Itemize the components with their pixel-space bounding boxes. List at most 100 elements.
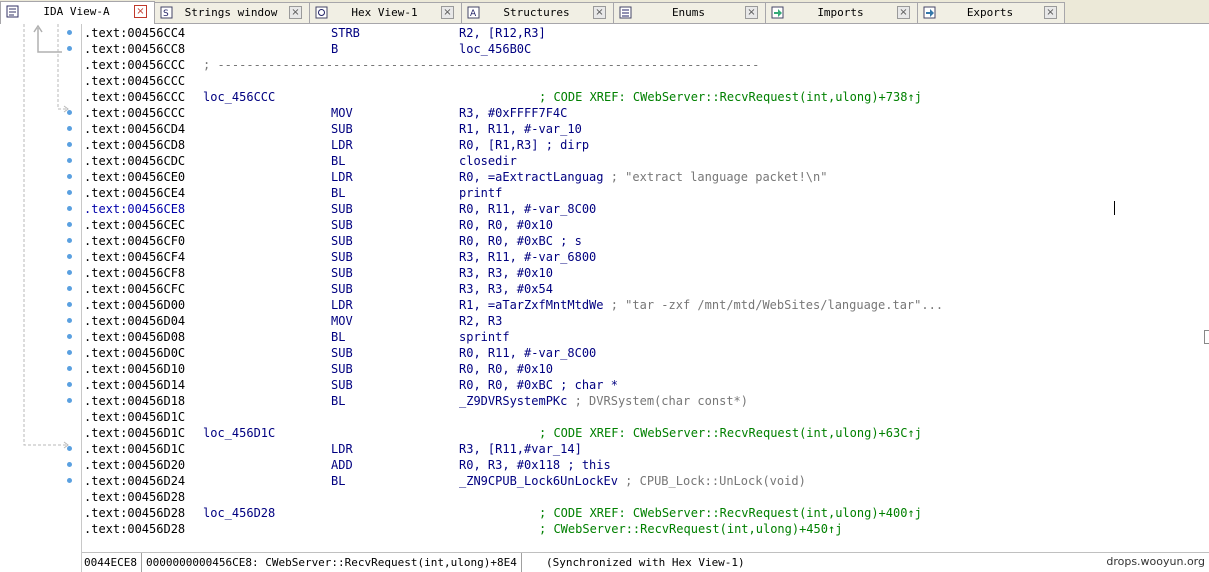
operands[interactable]: R3, R11, #-var_6800 xyxy=(459,249,596,265)
operand-text: R0, [R1,R3] ; dirp xyxy=(459,138,590,152)
breakpoint-dot[interactable] xyxy=(67,190,72,195)
breakpoint-dot[interactable] xyxy=(67,254,72,259)
breakpoint-dot[interactable] xyxy=(67,398,72,403)
xref-comment[interactable]: ; CODE XREF: CWebServer::RecvRequest(int… xyxy=(539,425,922,441)
mnemonic: LDR xyxy=(331,442,353,456)
mnemonic: BL xyxy=(331,330,346,344)
mnemonic: SUB xyxy=(331,202,353,216)
tab-imports[interactable]: Imports × xyxy=(765,2,918,23)
xref-comment[interactable]: ; CODE XREF: CWebServer::RecvRequest(int… xyxy=(539,89,922,105)
tab-enums[interactable]: Enums × xyxy=(613,2,766,23)
comment: ; CPUB_Lock::UnLock(void) xyxy=(617,474,806,488)
operand-text: R0, =aExtractLanguag xyxy=(459,170,604,184)
breakpoint-dot[interactable] xyxy=(67,462,72,467)
address: .text:00456D1C xyxy=(84,442,186,456)
breakpoint-dot[interactable] xyxy=(67,174,72,179)
close-icon[interactable]: × xyxy=(289,6,302,19)
operand-text: R2, [R12,R3] xyxy=(459,26,546,40)
operands[interactable]: printf xyxy=(459,185,502,201)
breakpoint-dot[interactable] xyxy=(67,158,72,163)
mnemonic: STRB xyxy=(331,26,360,40)
code-label[interactable]: loc_456CCC xyxy=(203,89,275,105)
mnemonic: SUB xyxy=(331,346,353,360)
breakpoint-dot[interactable] xyxy=(67,46,72,51)
breakpoint-dot[interactable] xyxy=(67,270,72,275)
tab-structures[interactable]: A Structures × xyxy=(461,2,614,23)
breakpoint-dot[interactable] xyxy=(67,126,72,131)
breakpoint-dot[interactable] xyxy=(67,206,72,211)
tab-strings-window[interactable]: S Strings window × xyxy=(154,2,310,23)
operands[interactable]: R0, R3, #0x118 ; this xyxy=(459,457,611,473)
breakpoint-dot[interactable] xyxy=(67,222,72,227)
close-icon[interactable]: × xyxy=(441,6,454,19)
address: .text:00456CD8 xyxy=(84,138,186,152)
address: .text:00456D1C xyxy=(84,426,186,440)
address: .text:00456D10 xyxy=(84,362,186,376)
tab-ida-view-a[interactable]: IDA View-A × xyxy=(0,1,155,24)
operands[interactable]: R3, R3, #0x10 xyxy=(459,265,553,281)
breakpoint-dot[interactable] xyxy=(67,142,72,147)
breakpoint-dot[interactable] xyxy=(67,302,72,307)
breakpoint-dot[interactable] xyxy=(67,366,72,371)
mnemonic: BL xyxy=(331,154,346,168)
operand-text: R1, =aTarZxfMntMtdWe xyxy=(459,298,604,312)
close-icon[interactable]: × xyxy=(1044,6,1057,19)
operands[interactable]: R0, R11, #-var_8C00 xyxy=(459,201,596,217)
close-icon[interactable]: × xyxy=(745,6,758,19)
close-icon[interactable]: × xyxy=(134,5,147,18)
close-icon[interactable]: × xyxy=(897,6,910,19)
address: .text:00456CF0 xyxy=(84,234,186,248)
breakpoint-dot[interactable] xyxy=(67,30,72,35)
operands[interactable]: R0, =aExtractLanguag ; "extract language… xyxy=(459,169,827,185)
address: .text:00456D28 xyxy=(84,490,186,504)
breakpoint-dot[interactable] xyxy=(67,334,72,339)
tab-exports[interactable]: Exports × xyxy=(917,2,1065,23)
address: .text:00456D08 xyxy=(84,330,186,344)
separator-comment: ; --------------------------------------… xyxy=(203,58,760,72)
address: .text:00456CDC xyxy=(84,154,186,168)
breakpoint-dot[interactable] xyxy=(67,238,72,243)
xref-comment[interactable]: ; CODE XREF: CWebServer::RecvRequest(int… xyxy=(539,505,922,521)
tab-label: Enums xyxy=(671,6,706,19)
mnemonic: MOV xyxy=(331,314,353,328)
breakpoint-dot[interactable] xyxy=(67,350,72,355)
address: .text:00456CE4 xyxy=(84,186,186,200)
breakpoint-dot[interactable] xyxy=(67,478,72,483)
operands[interactable]: R0, [R1,R3] ; dirp xyxy=(459,137,589,153)
xref-comment[interactable]: ; CWebServer::RecvRequest(int,ulong)+450… xyxy=(539,521,842,537)
tab-label: Strings window xyxy=(184,6,278,19)
code-label[interactable]: loc_456D28 xyxy=(203,505,275,521)
operands[interactable]: _ZN9CPUB_Lock6UnLockEv ; CPUB_Lock::UnLo… xyxy=(459,473,806,489)
operands[interactable]: R2, R3 xyxy=(459,313,502,329)
operands[interactable]: _Z9DVRSystemPKc ; DVRSystem(char const*) xyxy=(459,393,748,409)
operands[interactable]: R1, R11, #-var_10 xyxy=(459,121,582,137)
operands[interactable]: R0, R0, #0xBC ; char * xyxy=(459,377,618,393)
operands[interactable]: R0, R11, #-var_8C00 xyxy=(459,345,596,361)
breakpoint-dot[interactable] xyxy=(67,110,72,115)
breakpoint-dot[interactable] xyxy=(67,446,72,451)
close-icon[interactable]: × xyxy=(593,6,606,19)
operands[interactable]: closedir xyxy=(459,153,517,169)
breakpoint-dot[interactable] xyxy=(67,318,72,323)
breakpoint-dot[interactable] xyxy=(67,286,72,291)
address: .text:00456CE8 xyxy=(84,202,186,216)
operands[interactable]: R3, R3, #0x54 xyxy=(459,281,553,297)
address: .text:00456CCC xyxy=(84,74,186,88)
tab-hex-view-1[interactable]: Hex View-1 × xyxy=(309,2,462,23)
operands[interactable]: R0, R0, #0xBC ; s xyxy=(459,233,582,249)
operands[interactable]: R2, [R12,R3] xyxy=(459,25,546,41)
code-label[interactable]: loc_456D1C xyxy=(203,425,275,441)
operands[interactable]: R1, =aTarZxfMntMtdWe ; "tar -zxf /mnt/mt… xyxy=(459,297,943,313)
mnemonic: BL xyxy=(331,474,346,488)
operands[interactable]: R0, R0, #0x10 xyxy=(459,217,553,233)
scroll-indicator[interactable] xyxy=(1204,330,1209,344)
breakpoint-dot[interactable] xyxy=(67,382,72,387)
operands[interactable]: loc_456B0C xyxy=(459,41,531,57)
operands[interactable]: sprintf xyxy=(459,329,510,345)
address: .text:00456CEC xyxy=(84,218,186,232)
operands[interactable]: R0, R0, #0x10 xyxy=(459,361,553,377)
operands[interactable]: R3, [R11,#var_14] xyxy=(459,441,582,457)
address: .text:00456D18 xyxy=(84,394,186,408)
operands[interactable]: R3, #0xFFFF7F4C xyxy=(459,105,567,121)
operand-text: sprintf xyxy=(459,330,510,344)
